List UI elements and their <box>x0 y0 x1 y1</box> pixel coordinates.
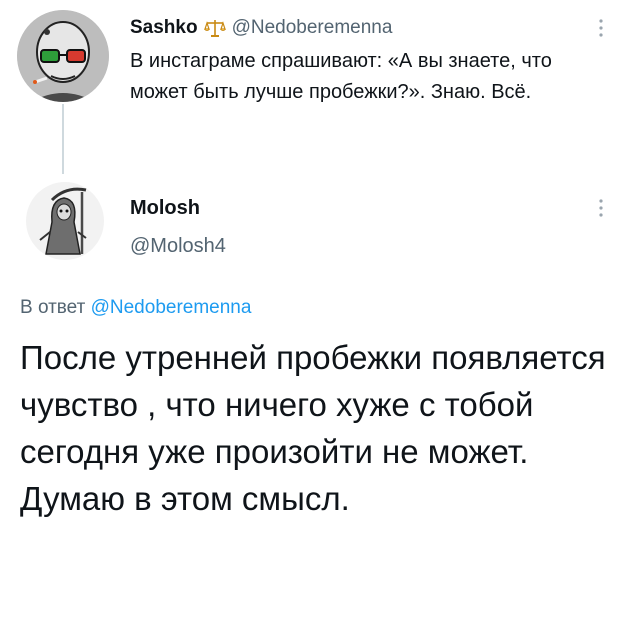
more-options-icon[interactable] <box>598 18 604 38</box>
avatar-sashko[interactable] <box>17 10 109 102</box>
reply-to-prefix: В ответ <box>20 297 91 318</box>
author-name[interactable]: Molosh <box>130 196 200 220</box>
more-options-icon[interactable] <box>598 198 604 218</box>
tweet-text: После утренней пробежки появляется чувст… <box>20 339 606 517</box>
avatar-molosh[interactable] <box>26 182 104 260</box>
scales-icon <box>203 18 226 38</box>
author-name[interactable]: Sashko <box>130 16 198 40</box>
author-handle[interactable]: @Nedoberemenna <box>232 16 393 40</box>
author-handle[interactable]: @Molosh4 <box>130 234 226 258</box>
reply-to-mention-link[interactable]: @Nedoberemenna <box>91 297 252 318</box>
tweet-text: В инстаграме спрашивают: «А вы знаете, ч… <box>130 50 552 103</box>
tweet1-header: Sashko @Nedoberemenna <box>130 16 392 40</box>
thread-connector-line <box>62 104 64 174</box>
reply-to-line: В ответ @Nedoberemenna <box>20 296 251 320</box>
